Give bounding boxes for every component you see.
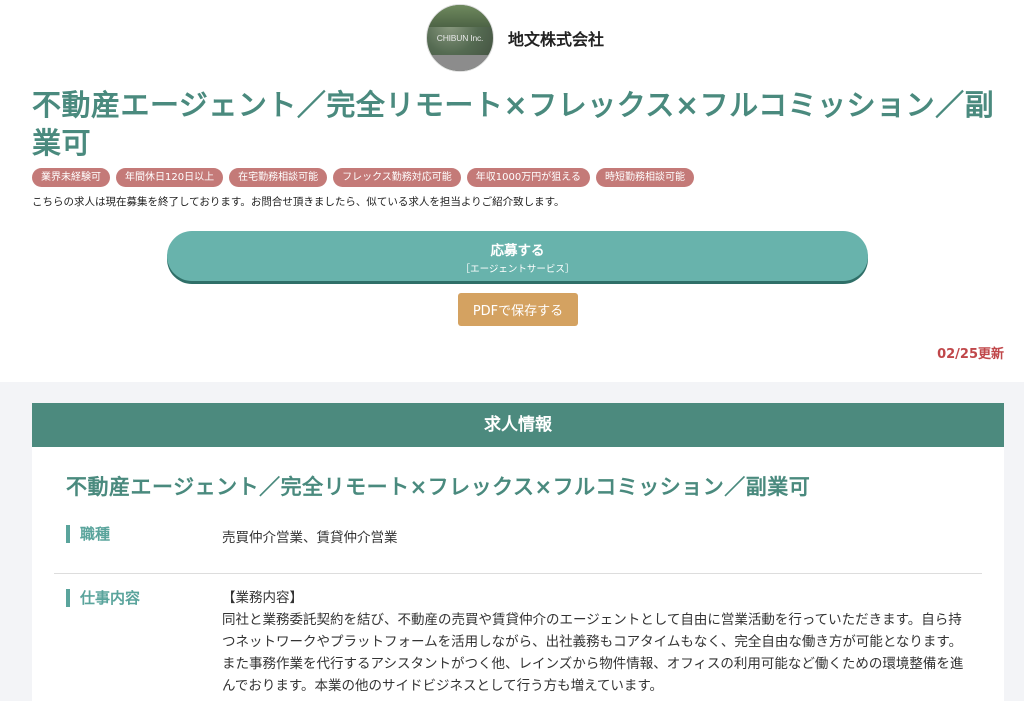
company-logo-text: CHIBUN Inc. <box>436 33 484 43</box>
apply-button-sublabel: ［エージェントサービス］ <box>460 264 575 275</box>
apply-button[interactable]: 応募する ［エージェントサービス］ <box>167 231 868 281</box>
job-title: 不動産エージェント／完全リモート×フレックス×フルコミッション／副業可 <box>32 88 995 160</box>
company-header: CHIBUN Inc. 地文株式会社 <box>426 4 604 72</box>
job-detail-page: CHIBUN Inc. 地文株式会社 不動産エージェント／完全リモート×フレック… <box>0 0 1024 701</box>
tag: 時短勤務相談可能 <box>595 168 694 187</box>
job-description-heading: 【業務内容】 <box>222 590 303 606</box>
job-type-value: 売買仲介営業、賃貸仲介営業 <box>222 530 398 546</box>
job-type-label: 職種 <box>66 525 110 543</box>
tag: 在宅勤務相談可能 <box>229 168 328 187</box>
row-divider <box>54 573 982 574</box>
company-logo[interactable]: CHIBUN Inc. <box>426 4 494 72</box>
tag: フレックス勤務対応可能 <box>333 168 461 187</box>
job-description: 【業務内容】 同社と業務委託契約を結び、不動産の売買や賃貸仲介のエージェントとし… <box>222 587 967 697</box>
job-description-body: 同社と業務委託契約を結び、不動産の売買や賃貸仲介のエージェントとして自由に営業活… <box>222 612 964 694</box>
tag: 年間休日120日以上 <box>116 168 224 187</box>
updated-date: 02/25更新 <box>937 347 1004 362</box>
job-info-title: 不動産エージェント／完全リモート×フレックス×フルコミッション／副業可 <box>66 475 811 499</box>
tag: 年収1000万円が狙える <box>466 168 590 187</box>
job-description-label: 仕事内容 <box>66 589 140 607</box>
company-name[interactable]: 地文株式会社 <box>508 26 604 50</box>
save-pdf-button[interactable]: PDFで保存する <box>458 293 578 326</box>
tag: 業界未経験可 <box>32 168 110 187</box>
job-info-section: 求人情報 不動産エージェント／完全リモート×フレックス×フルコミッション／副業可… <box>0 382 1024 701</box>
job-summary-section: CHIBUN Inc. 地文株式会社 不動産エージェント／完全リモート×フレック… <box>0 0 1024 382</box>
job-info-panel: 求人情報 不動産エージェント／完全リモート×フレックス×フルコミッション／副業可… <box>32 403 1004 701</box>
job-info-header: 求人情報 <box>32 403 1004 447</box>
job-tags: 業界未経験可 年間休日120日以上 在宅勤務相談可能 フレックス勤務対応可能 年… <box>32 168 694 187</box>
closed-notice: こちらの求人は現在募集を終了しております。お問合せ頂きましたら、似ている求人を担… <box>32 196 565 208</box>
apply-button-label: 応募する <box>490 243 545 259</box>
